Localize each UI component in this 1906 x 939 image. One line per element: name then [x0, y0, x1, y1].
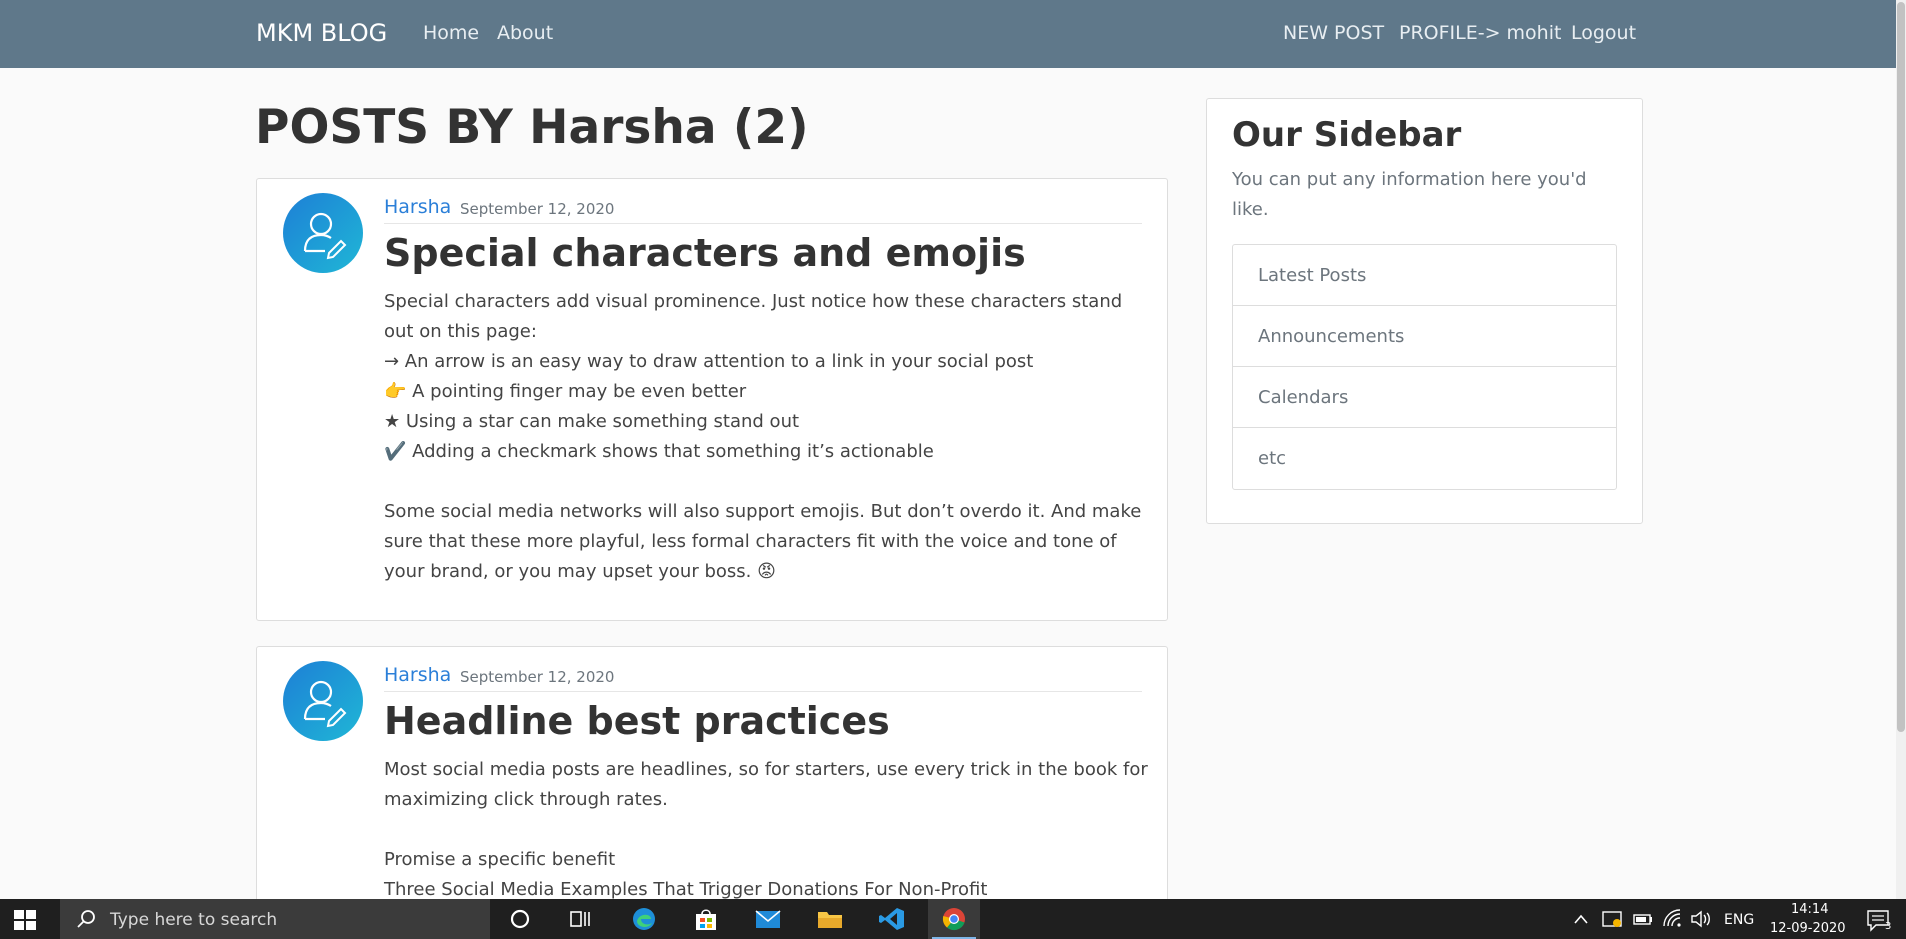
brand-link[interactable]: MKM BLOG: [256, 19, 387, 47]
post-paragraph: 👉 A pointing finger may be even better: [384, 381, 747, 402]
user-edit-icon: [303, 212, 347, 260]
sidebar-title: Our Sidebar: [1232, 115, 1462, 155]
post-paragraph: ★ Using a star can make something stand …: [384, 411, 800, 432]
post-paragraph: Special characters add visual prominence…: [384, 291, 1123, 342]
post-title[interactable]: Special characters and emojis: [384, 231, 1026, 275]
language-indicator[interactable]: ENG: [1724, 912, 1754, 928]
sidebar-list: Latest Posts Announcements Calendars etc: [1232, 244, 1617, 490]
nav-profile-link[interactable]: PROFILE-> mohit: [1399, 22, 1561, 44]
windows-taskbar: Type here to search ENG 14:14 12-09-2020…: [0, 899, 1906, 939]
nav-logout-link[interactable]: Logout: [1571, 22, 1636, 44]
post-author-link[interactable]: Harsha: [384, 196, 451, 218]
scrollbar-thumb[interactable]: [1897, 2, 1905, 732]
sidebar-item-calendars[interactable]: Calendars: [1233, 367, 1616, 428]
clock-time[interactable]: 14:14: [1791, 902, 1828, 917]
post-card: Harsha September 12, 2020 Headline best …: [256, 646, 1168, 916]
post-author-link[interactable]: Harsha: [384, 664, 451, 686]
post-date: September 12, 2020: [460, 668, 615, 686]
author-avatar: [283, 661, 363, 741]
clock-date[interactable]: 12-09-2020: [1770, 921, 1846, 936]
post-title[interactable]: Headline best practices: [384, 699, 890, 743]
store-icon[interactable]: [680, 899, 732, 939]
nav-home-link[interactable]: Home: [423, 22, 479, 44]
user-edit-icon: [303, 680, 347, 728]
post-body: Most social media posts are headlines, s…: [384, 755, 1154, 905]
author-avatar: [283, 193, 363, 273]
sidebar-item-announcements[interactable]: Announcements: [1233, 306, 1616, 367]
vscode-icon[interactable]: [866, 899, 918, 939]
page-title: POSTS BY Harsha (2): [255, 100, 809, 155]
post-paragraph: Promise a specific benefit: [384, 849, 616, 870]
notification-count-badge: 3: [1885, 921, 1892, 932]
post-meta: Harsha September 12, 2020: [384, 664, 1142, 692]
edge-icon[interactable]: [618, 899, 670, 939]
windows-start-icon[interactable]: [14, 910, 36, 930]
file-explorer-icon[interactable]: [804, 899, 856, 939]
chevron-up-icon[interactable]: [1574, 913, 1588, 925]
chrome-icon[interactable]: [928, 899, 980, 939]
taskbar-search-box[interactable]: Type here to search: [60, 899, 490, 939]
post-date: September 12, 2020: [460, 200, 615, 218]
post-paragraph: Most social media posts are headlines, s…: [384, 759, 1148, 810]
cortana-icon[interactable]: [494, 899, 546, 939]
sidebar: Our Sidebar You can put any information …: [1206, 98, 1643, 524]
post-card: Harsha September 12, 2020 Special charac…: [256, 178, 1168, 621]
sidebar-description: You can put any information here you'd l…: [1232, 169, 1587, 220]
wifi-icon[interactable]: [1662, 909, 1684, 929]
post-body: Special characters add visual prominence…: [384, 287, 1154, 587]
nav-about-link[interactable]: About: [497, 22, 553, 44]
task-view-icon[interactable]: [554, 899, 606, 939]
post-paragraph: ✔️ Adding a checkmark shows that somethi…: [384, 441, 934, 462]
post-meta: Harsha September 12, 2020: [384, 196, 1142, 224]
search-icon: [77, 910, 95, 928]
mail-icon[interactable]: [742, 899, 794, 939]
sidebar-item-etc[interactable]: etc: [1233, 428, 1616, 489]
top-navbar: MKM BLOG Home About NEW POST PROFILE-> m…: [0, 0, 1896, 68]
post-paragraph: Some social media networks will also sup…: [384, 501, 1142, 582]
post-paragraph: → An arrow is an easy way to draw attent…: [384, 351, 1034, 372]
nav-new-post-link[interactable]: NEW POST: [1283, 22, 1384, 44]
volume-icon[interactable]: [1690, 909, 1712, 929]
security-center-icon[interactable]: [1601, 909, 1623, 929]
sidebar-item-latest-posts[interactable]: Latest Posts: [1233, 245, 1616, 306]
page-scrollbar[interactable]: [1896, 0, 1906, 899]
search-placeholder: Type here to search: [110, 910, 278, 930]
battery-icon[interactable]: [1632, 909, 1654, 929]
